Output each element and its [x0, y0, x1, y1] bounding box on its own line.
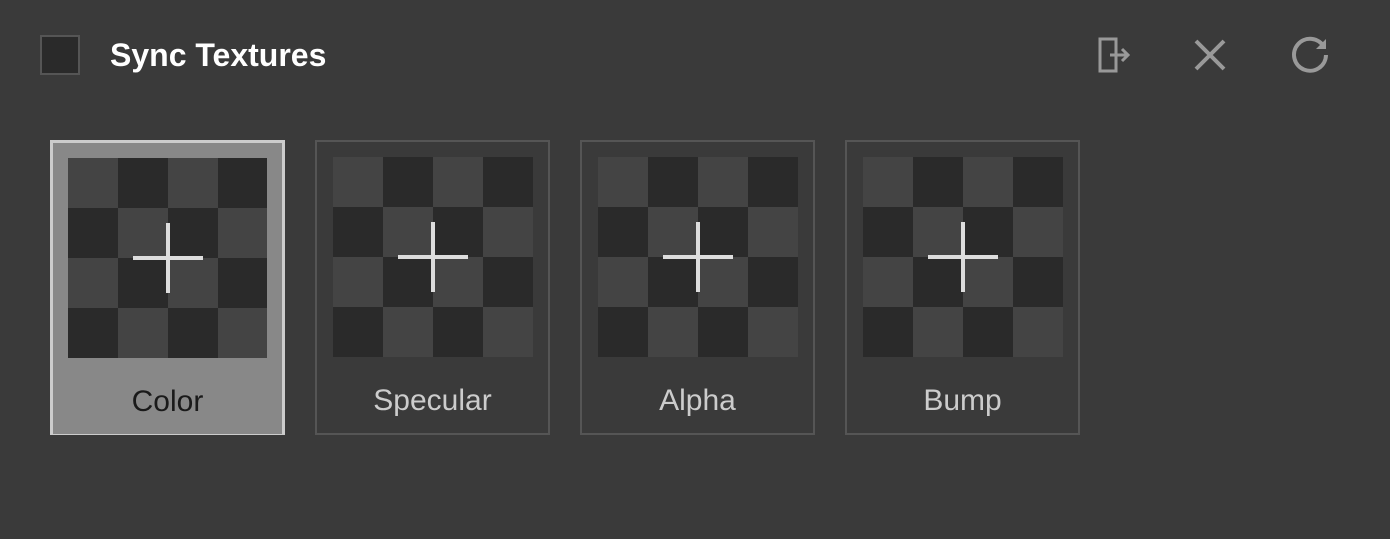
checker-preview — [863, 157, 1063, 357]
texture-slot-bump[interactable]: Bump — [845, 140, 1080, 435]
page-title: Sync Textures — [110, 37, 326, 74]
checker-preview — [598, 157, 798, 357]
header-right — [1085, 30, 1350, 80]
texture-slot-label: Specular — [317, 372, 548, 433]
texture-preview-wrapper — [847, 142, 1078, 372]
texture-slot-label: Color — [53, 373, 282, 434]
texture-slot-specular[interactable]: Specular — [315, 140, 550, 435]
texture-preview-wrapper — [582, 142, 813, 372]
checker-preview — [68, 158, 267, 358]
texture-slot-color[interactable]: Color — [50, 140, 285, 435]
header-left: Sync Textures — [40, 35, 326, 75]
header: Sync Textures — [0, 0, 1390, 90]
texture-slot-alpha[interactable]: Alpha — [580, 140, 815, 435]
texture-slots-container: Color Specular Alpha Bump — [0, 90, 1390, 435]
checker-preview — [333, 157, 533, 357]
export-icon[interactable] — [1085, 30, 1135, 80]
refresh-icon[interactable] — [1285, 30, 1335, 80]
close-icon[interactable] — [1185, 30, 1235, 80]
sync-textures-checkbox[interactable] — [40, 35, 80, 75]
texture-preview-wrapper — [317, 142, 548, 372]
texture-slot-label: Bump — [847, 372, 1078, 433]
texture-slot-label: Alpha — [582, 372, 813, 433]
texture-preview-wrapper — [53, 143, 282, 373]
